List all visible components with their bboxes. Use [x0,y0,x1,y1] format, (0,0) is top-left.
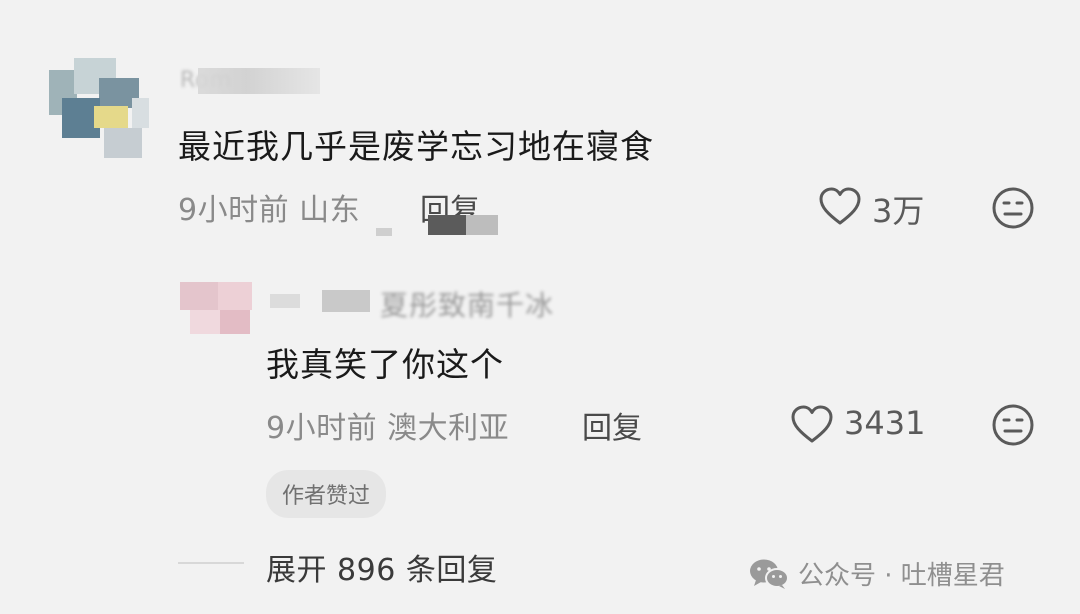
reply-like-count: 3431 [844,404,926,442]
neutral-face-icon [992,187,1034,229]
reply-reaction-button[interactable] [990,402,1036,448]
heart-outline-icon [790,404,834,448]
comment-like-button[interactable]: 3万 [818,184,938,230]
author-name-mosaic [198,68,320,94]
comment-meta: 9小时前 山东 [178,193,361,228]
comment-text: 最近我几乎是废学忘习地在寝食 [178,127,654,166]
expand-divider [178,562,244,564]
reply-like-button[interactable]: 3431 [790,402,940,446]
heart-outline-icon [818,186,862,230]
reply-reply-button[interactable]: 回复 [582,403,642,447]
expand-replies-button[interactable]: 展开 896 条回复 [266,545,497,589]
comment-reaction-button[interactable] [990,185,1036,231]
reply-author-name[interactable]: 夏彤致南千冰 [380,284,554,324]
neutral-face-icon [992,404,1034,446]
reply-avatar[interactable] [180,282,252,334]
comment-avatar[interactable] [44,58,149,160]
reply-text: 我真笑了你这个 [266,345,504,384]
reply-meta: 9小时前 澳大利亚 [266,411,510,446]
author-liked-badge: 作者赞过 [266,470,387,518]
reply-mosaic [428,215,498,235]
comment-like-count: 3万 [872,192,925,230]
reply-author-mosaic [270,290,370,312]
reply-mosaic-dot [376,228,392,236]
wechat-logo-icon [748,557,790,595]
watermark-text: 公众号 · 吐槽星君 [798,561,1005,591]
